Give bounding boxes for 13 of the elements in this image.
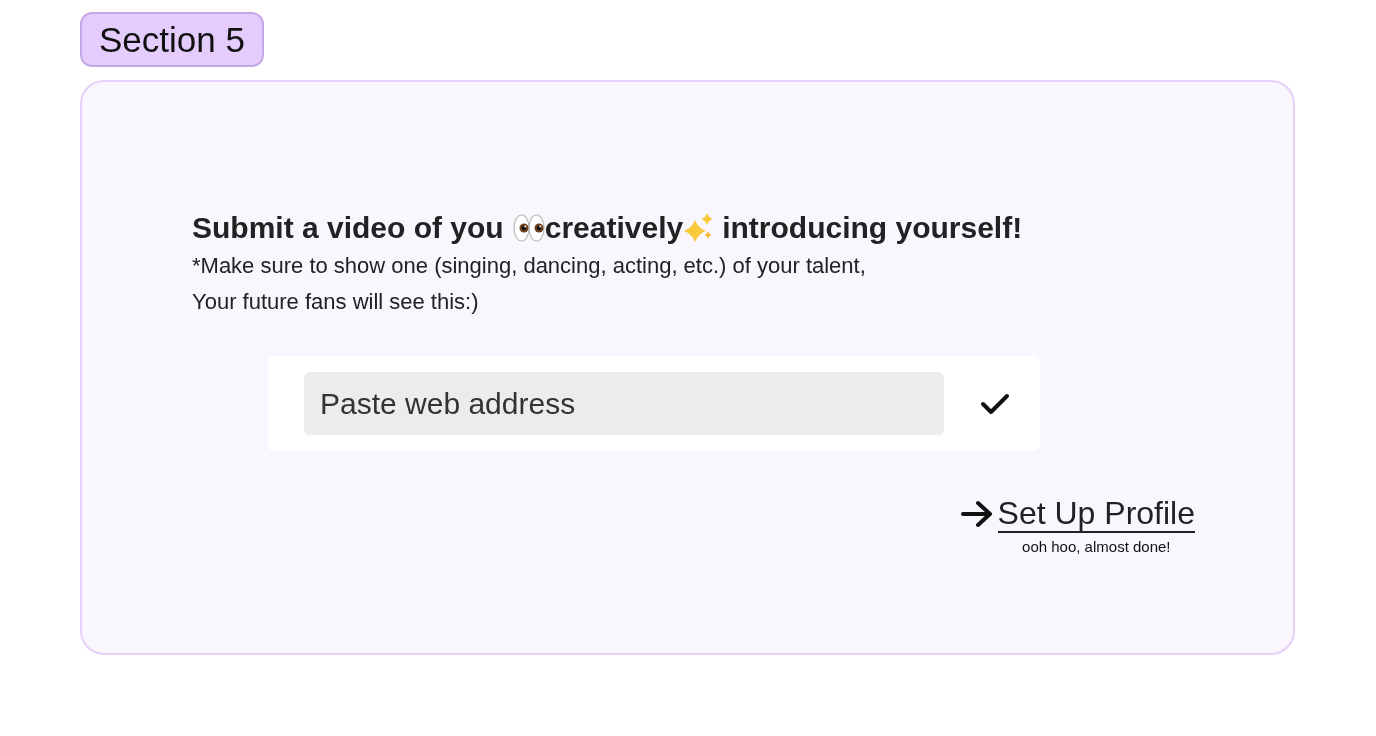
- check-icon[interactable]: [980, 392, 1010, 415]
- hint-text: ooh hoo, almost done!: [1022, 538, 1171, 556]
- heading-text: creatively: [544, 210, 684, 246]
- setup-profile-link[interactable]: Set Up Profile: [997, 495, 1195, 533]
- instruction-text: *Make sure to show one (singing, dancing, acting, etc.) of your talent,: [192, 252, 867, 280]
- section-badge: Section 5: [80, 12, 264, 67]
- eyes-icon: [512, 213, 545, 243]
- instruction-text: Your future fans will see this:): [192, 288, 480, 316]
- heading-text: introducing yourself!: [722, 210, 1023, 246]
- sparkle-icon: [683, 213, 714, 243]
- url-input[interactable]: Paste web address: [304, 372, 944, 435]
- arrow-right-icon: [959, 500, 994, 528]
- heading-text: Submit a video of you: [192, 210, 504, 246]
